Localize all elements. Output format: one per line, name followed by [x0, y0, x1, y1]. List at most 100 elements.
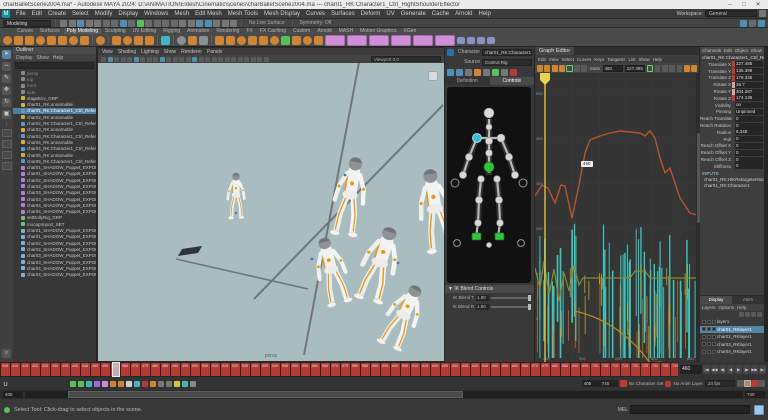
status-icon-18[interactable]: [213, 20, 220, 27]
menu-edit-mesh[interactable]: Edit Mesh: [192, 11, 225, 17]
keyframe-tick[interactable]: 720: [631, 363, 640, 376]
keyframe-tick[interactable]: 680: [551, 363, 560, 376]
outliner-menu-display[interactable]: Display: [16, 55, 32, 61]
status-icon-4[interactable]: [94, 20, 101, 27]
shelf-tool-icon-11[interactable]: [112, 36, 121, 45]
viewport-toolbar-icon-21[interactable]: [238, 57, 243, 62]
shelf-tool-icon-9[interactable]: [96, 36, 105, 45]
hik-toolbar-icon-5[interactable]: [492, 69, 499, 76]
hik-slider-track[interactable]: [491, 306, 531, 308]
layer-row[interactable]: char03_RKlayer1: [700, 341, 764, 349]
character-mannequin-2[interactable]: [329, 155, 371, 239]
hik-section-header[interactable]: ▼ IK Blend Controls: [445, 285, 534, 293]
keyframe-tick[interactable]: 535: [261, 363, 270, 376]
keyframe-tick[interactable]: 605: [401, 363, 410, 376]
select-tool[interactable]: ➤: [2, 50, 11, 59]
shelf-custom-button-1[interactable]: [347, 35, 367, 46]
playback-button-7[interactable]: ▶|: [759, 365, 766, 374]
keyframe-tick[interactable]: 610: [411, 363, 420, 376]
keyframe-tick[interactable]: 585: [361, 363, 370, 376]
channel-row[interactable]: Rotate X36.7: [700, 81, 764, 88]
shelf-tool-icon-7[interactable]: [80, 36, 89, 45]
input-node[interactable]: char01_RK:Character1: [700, 183, 764, 190]
channel-value-field[interactable]: 0: [735, 157, 763, 163]
status-icon-20[interactable]: [230, 20, 237, 27]
mel-command-input[interactable]: [630, 405, 750, 414]
viewport-toolbar-icon-3[interactable]: [121, 57, 126, 62]
layer-menu-layers[interactable]: Layers: [702, 305, 716, 310]
keyframe-tick[interactable]: 470: [131, 363, 140, 376]
channel-value-field[interactable]: 0: [735, 123, 763, 129]
status-icon-14[interactable]: [179, 20, 186, 27]
outliner-item[interactable]: char04_SHADOW_Puppet_EXPORT_MESH_02: [13, 272, 96, 278]
status-icon-1[interactable]: [69, 20, 76, 27]
preferences-icon[interactable]: [758, 380, 765, 387]
viewport-toolbar-icon-1[interactable]: [108, 57, 113, 62]
range-slider-thumb[interactable]: [68, 391, 463, 398]
graph-toolbar-icon-b6[interactable]: [691, 65, 697, 72]
playback-button-5[interactable]: |▶: [743, 365, 750, 374]
hik-toolbar-icon-2[interactable]: [465, 69, 472, 76]
keyframe-tick[interactable]: 635: [461, 363, 470, 376]
current-frame-field[interactable]: 460: [680, 365, 702, 374]
fps-dropdown[interactable]: 24 fps: [705, 380, 735, 387]
hik-toolbar-icon-1[interactable]: [456, 69, 463, 76]
graph-toolbar-icon-2[interactable]: [552, 65, 558, 72]
layer-toggle-reference[interactable]: [712, 327, 716, 331]
rotate-tool[interactable]: ↻: [2, 98, 11, 107]
graph-menu-edit[interactable]: Edit: [538, 57, 546, 62]
hik-right-foot-effector[interactable]: [472, 233, 481, 240]
status-icon-19[interactable]: [222, 20, 229, 27]
shelf-tool-icon-3[interactable]: [36, 36, 45, 45]
viewport-toolbar-icon-17[interactable]: [212, 57, 217, 62]
keyframe-tick[interactable]: 730: [651, 363, 660, 376]
layout-shortcut-1[interactable]: [2, 140, 12, 148]
viewport-toolbar-icon-8[interactable]: [153, 57, 158, 62]
channel-box-menu-show[interactable]: Show: [751, 48, 762, 53]
playback-end-field[interactable]: 740: [600, 380, 618, 387]
keyframe-tick[interactable]: 620: [431, 363, 440, 376]
keyframe-tick[interactable]: 530: [251, 363, 260, 376]
graph-menu-keys[interactable]: Keys: [594, 57, 604, 62]
menu-uv[interactable]: UV: [383, 11, 397, 17]
minimize-button[interactable]: –: [723, 1, 737, 8]
keyframe-tick[interactable]: 655: [501, 363, 510, 376]
channel-value-field[interactable]: 304.287: [735, 89, 763, 95]
menu-edit[interactable]: Edit: [29, 11, 45, 17]
menu-deform[interactable]: Deform: [358, 11, 384, 17]
layer-menu-options[interactable]: Options: [719, 305, 735, 310]
channel-value-field[interactable]: 135.399: [735, 68, 763, 74]
viewport-toolbar-icon-13[interactable]: [186, 57, 191, 62]
layer-toggle-playback[interactable]: [707, 320, 711, 324]
status-icon-9[interactable]: [137, 20, 144, 27]
keyframe-tick[interactable]: 435: [61, 363, 70, 376]
channel-row[interactable]: Reach Offset X0: [700, 143, 764, 150]
playback-button-4[interactable]: ▶: [735, 365, 742, 374]
keyframe-tick[interactable]: 410: [11, 363, 20, 376]
status-icon-13[interactable]: [171, 20, 178, 27]
shelf-custom-button-0[interactable]: [325, 35, 345, 46]
shelf-custom-button-3[interactable]: [391, 35, 411, 46]
character-mannequin-4[interactable]: [352, 223, 406, 307]
viewport-menu-shading[interactable]: Shading: [118, 49, 136, 55]
playback-loop-icon[interactable]: [737, 380, 744, 387]
playback-button-2[interactable]: ◀|: [719, 365, 726, 374]
channel-value-field[interactable]: 179.335: [735, 75, 763, 81]
keyframe-tick[interactable]: 465: [121, 363, 130, 376]
shelf-folder-icon-0[interactable]: [457, 37, 465, 44]
hik-slider-value[interactable]: 1.00: [476, 304, 489, 310]
viewport-3d-view[interactable]: persp: [98, 63, 444, 361]
viewport-toolbar-icon-22[interactable]: [244, 57, 249, 62]
hik-right-shoulder-joint-selected[interactable]: [473, 134, 482, 143]
layer-row[interactable]: char04_RKlayer1: [700, 348, 764, 356]
playback-option-icon-14[interactable]: [182, 381, 188, 387]
layer-row[interactable]: layer1: [700, 318, 764, 326]
channel-box-menu-edit[interactable]: Edit: [724, 48, 732, 53]
channel-row[interactable]: Rotate Z174.136: [700, 95, 764, 102]
layer-toggle-playback[interactable]: [707, 350, 711, 354]
hik-spine-joint[interactable]: [486, 150, 493, 157]
layer-row[interactable]: char02_RKlayer1: [700, 333, 764, 341]
playback-option-icon-3[interactable]: [94, 381, 100, 387]
keyframe-tick[interactable]: 455: [101, 363, 110, 376]
status-icon-17[interactable]: [205, 20, 212, 27]
